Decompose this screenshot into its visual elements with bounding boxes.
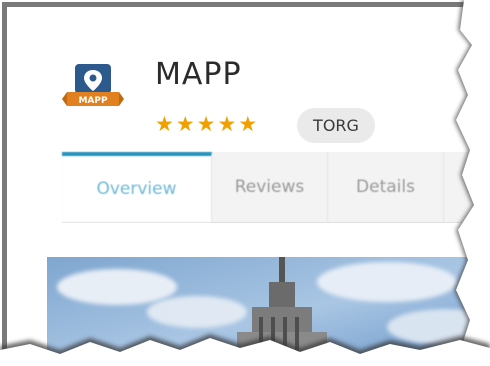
star-icon: ★: [217, 112, 237, 136]
tab-reviews[interactable]: Reviews: [212, 152, 328, 222]
tab-overview[interactable]: Overview: [62, 152, 212, 222]
torn-edge-right: [454, 0, 490, 366]
tab-bar: OverviewReviewsDetailsR: [62, 152, 488, 223]
rating-stars: ★ ★ ★ ★ ★: [155, 113, 257, 135]
star-icon: ★: [155, 112, 174, 136]
star-icon: ★: [175, 112, 195, 136]
app-listing-panel: MAPP MAPP ★ ★ ★ ★ ★ TORG Overview Reviews Deta…: [2, 2, 488, 364]
star-icon: ★: [196, 112, 216, 136]
star-icon: ★: [238, 112, 258, 136]
map-pin-icon: MAPP: [62, 64, 124, 106]
tab-details[interactable]: Details: [328, 152, 444, 222]
torn-edge-bottom: [0, 334, 490, 366]
app-title: MAPP: [155, 57, 242, 92]
app-icon-label: MAPP: [78, 96, 108, 106]
category-badge[interactable]: TORG: [297, 108, 375, 143]
